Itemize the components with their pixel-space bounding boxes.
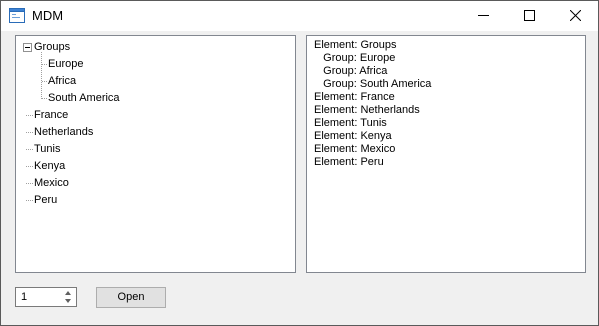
minimize-icon <box>478 15 489 16</box>
title-bar[interactable]: MDM <box>1 1 598 31</box>
output-line: Group: Africa <box>314 65 388 77</box>
tree-node-peru[interactable]: Peru <box>34 194 57 207</box>
chevron-up-icon <box>65 291 71 295</box>
spin-up-button[interactable] <box>61 289 75 297</box>
output-line: Element: Tunis <box>314 117 387 129</box>
tree-node-kenya[interactable]: Kenya <box>34 160 65 173</box>
output-line: Element: Groups <box>314 39 397 51</box>
close-icon <box>570 10 581 21</box>
output-line: Element: Netherlands <box>314 104 420 116</box>
maximize-button[interactable] <box>507 1 553 31</box>
output-text-box[interactable]: Element: Groups Group: Europe Group: Afr… <box>306 35 586 273</box>
tree-node-groups[interactable]: Groups <box>34 41 70 54</box>
output-line: Element: Mexico <box>314 143 396 155</box>
open-button[interactable]: Open <box>96 287 166 308</box>
tree-node-tunis[interactable]: Tunis <box>34 143 61 156</box>
window-title: MDM <box>32 8 64 23</box>
output-line: Element: Kenya <box>314 130 392 142</box>
chevron-down-icon <box>65 299 71 303</box>
tree-view[interactable]: Groups Europe Africa South America Franc… <box>15 35 296 273</box>
tree-node-mexico[interactable]: Mexico <box>34 177 69 190</box>
number-spinner[interactable]: 1 <box>15 287 77 307</box>
output-line: Group: South America <box>314 78 432 90</box>
output-line: Group: Europe <box>314 52 396 64</box>
window-app-icon <box>9 8 25 23</box>
collapse-icon[interactable] <box>23 43 32 52</box>
tree-node-netherlands[interactable]: Netherlands <box>34 126 93 139</box>
tree-node-south-america[interactable]: South America <box>48 92 120 105</box>
maximize-icon <box>524 10 535 21</box>
output-line: Element: Peru <box>314 156 384 168</box>
tree-node-africa[interactable]: Africa <box>48 75 76 88</box>
spin-down-button[interactable] <box>61 297 75 305</box>
tree-node-france[interactable]: France <box>34 109 68 122</box>
close-button[interactable] <box>553 1 598 31</box>
output-line: Element: France <box>314 91 395 103</box>
mdm-window: MDM Groups Europe Africa South America F… <box>0 0 599 326</box>
tree-node-europe[interactable]: Europe <box>48 58 83 71</box>
spinner-value[interactable]: 1 <box>21 290 27 304</box>
minimize-button[interactable] <box>461 1 507 31</box>
